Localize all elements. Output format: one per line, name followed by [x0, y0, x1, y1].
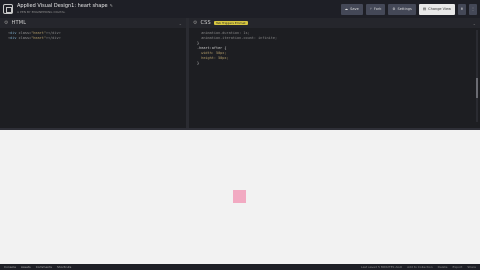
pen-titles: Applied Visual Design1: heart shape ✎ A … — [17, 3, 113, 15]
console-tab[interactable]: Console — [4, 265, 16, 269]
css-scrollbar[interactable] — [476, 30, 478, 122]
export-link[interactable]: Export — [453, 265, 463, 269]
html-code[interactable]: <div class="heart"></div> <div class="hea… — [0, 28, 186, 44]
css-code[interactable]: animation-duration: 1s; animation-iterat… — [189, 28, 480, 69]
css-label: CSS — [200, 20, 211, 26]
cloud-icon: ☁ — [344, 7, 349, 11]
heart-square — [233, 190, 246, 203]
top-bar: Applied Visual Design1: heart shape ✎ A … — [0, 0, 480, 73]
bottom-links: Last saved 5 MINUTES AGO Add to Collecti… — [361, 265, 476, 269]
more-button[interactable]: ⋮ — [469, 3, 477, 15]
gear-icon: ⚙ — [392, 7, 396, 11]
comments-tab[interactable]: Comments — [36, 265, 52, 269]
emmet-badge: Tab Triggers Emmet — [213, 21, 248, 25]
chevron-down-icon[interactable]: ⌄ — [179, 21, 182, 26]
chevron-down-icon[interactable]: ⌄ — [473, 21, 476, 26]
last-saved-text: Last saved 5 MINUTES AGO — [360, 265, 403, 269]
editor-area: ⚙ HTML ⌄ <div class="heart"></div> <div c… — [0, 18, 480, 128]
settings-button[interactable]: ⚙ Settings — [388, 3, 416, 15]
shortcuts-tab[interactable]: Shortcuts — [57, 265, 71, 269]
change-view-label: Change View — [428, 7, 451, 11]
pen-author[interactable]: A PEN BY ENGINEERING DIGITAL — [17, 9, 113, 15]
fork-button[interactable]: ⑂ Fork — [365, 3, 386, 15]
share-link[interactable]: Share — [467, 265, 476, 269]
bottom-tabs: Console Assets Comments Shortcuts — [4, 265, 71, 269]
heart-shape — [233, 190, 246, 203]
codepen-logo-icon[interactable] — [3, 4, 13, 14]
html-label: HTML — [11, 20, 27, 26]
layout-icon: ▤ — [422, 7, 427, 11]
pin-button[interactable]: ⬆ — [458, 3, 466, 15]
delete-link[interactable]: Delete — [438, 265, 448, 269]
more-icon: ⋮ — [471, 7, 475, 11]
css-editor[interactable]: ⚙ CSS Tab Triggers Emmet ⌄ animation-dur… — [189, 18, 480, 128]
settings-label: Settings — [397, 7, 412, 11]
html-editor[interactable]: ⚙ HTML ⌄ <div class="heart"></div> <div c… — [0, 18, 189, 128]
pin-icon: ⬆ — [460, 7, 464, 11]
save-button[interactable]: ☁ Save — [340, 3, 363, 15]
css-scrollbar-thumb[interactable] — [476, 78, 478, 98]
gear-icon[interactable]: ⚙ — [4, 20, 8, 26]
css-editor-header: ⚙ CSS Tab Triggers Emmet ⌄ — [189, 18, 480, 28]
change-view-button[interactable]: ▤ Change View — [418, 3, 455, 15]
bottom-bar: Console Assets Comments Shortcuts Last s… — [0, 264, 480, 270]
fork-label: Fork — [373, 7, 382, 11]
assets-tab[interactable]: Assets — [21, 265, 31, 269]
save-label: Save — [350, 7, 359, 11]
add-to-collection-link[interactable]: Add to Collection — [407, 265, 433, 269]
gear-icon[interactable]: ⚙ — [193, 20, 197, 26]
html-editor-header: ⚙ HTML ⌄ — [0, 18, 186, 28]
top-actions: ♥ ☁Save ⑂Fork ⚙Settings ▤Change View ⬆ ⋮ — [233, 3, 477, 73]
code-line: } — [197, 61, 200, 65]
fork-icon: ⑂ — [369, 7, 372, 11]
preview-pane — [0, 130, 480, 264]
code-line: <div class="heart"></div> — [8, 36, 61, 40]
